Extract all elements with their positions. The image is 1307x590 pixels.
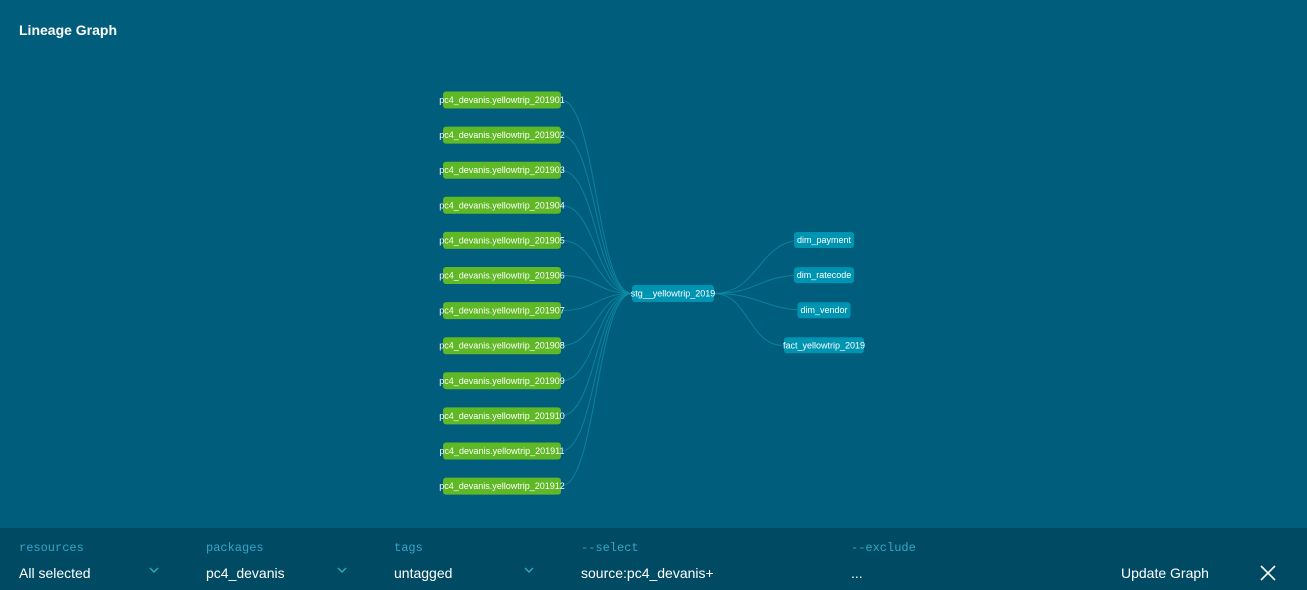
graph-nodes: pc4_devanis.yellowtrip_201901 pc4_devanis…: [439, 91, 865, 495]
edge-source-to-staging: [560, 293, 633, 487]
exclude-label: --exclude: [851, 541, 916, 555]
source-node-label: pc4_devanis.yellowtrip_201904: [439, 200, 565, 210]
resources-label: resources: [19, 541, 84, 555]
packages-value[interactable]: pc4_devanis: [206, 565, 285, 581]
edge-source-to-staging: [560, 293, 633, 382]
source-node[interactable]: pc4_devanis.yellowtrip_201911: [440, 442, 565, 460]
edge-source-to-staging: [560, 293, 633, 417]
source-node-label: pc4_devanis.yellowtrip_201905: [439, 235, 565, 245]
packages-label: packages: [206, 541, 264, 555]
exclude-input[interactable]: ...: [851, 565, 863, 581]
chevron-down-icon[interactable]: [336, 564, 348, 576]
output-model-node-label: fact_yellowtrip_2019: [783, 340, 865, 350]
staging-model-node[interactable]: stg__yellowtrip_2019: [631, 285, 716, 302]
output-model-node[interactable]: dim_vendor: [797, 302, 851, 319]
close-icon[interactable]: [1259, 564, 1277, 582]
source-node-label: pc4_devanis.yellowtrip_201906: [439, 271, 565, 281]
source-node-label: pc4_devanis.yellowtrip_201909: [439, 376, 565, 386]
source-node[interactable]: pc4_devanis.yellowtrip_201907: [439, 302, 565, 320]
edge-source-to-staging: [560, 293, 633, 452]
source-node[interactable]: pc4_devanis.yellowtrip_201903: [439, 161, 565, 179]
select-label: --select: [581, 541, 639, 555]
edge-source-to-staging: [560, 204, 633, 294]
select-input[interactable]: source:pc4_devanis+: [581, 565, 714, 581]
source-node[interactable]: pc4_devanis.yellowtrip_201909: [439, 372, 565, 390]
lineage-graph-panel: Lineage Graph pc4_devanis.yellowtrip_201…: [0, 0, 1307, 590]
source-node[interactable]: pc4_devanis.yellowtrip_201901: [439, 91, 565, 109]
tags-label: tags: [394, 541, 423, 555]
filter-bar: resources All selected packages pc4_deva…: [0, 528, 1307, 590]
output-model-node-label: dim_ratecode: [797, 270, 852, 280]
source-node-label: pc4_devanis.yellowtrip_201902: [439, 130, 565, 140]
source-node[interactable]: pc4_devanis.yellowtrip_201908: [439, 337, 565, 355]
staging-model-node-label: stg__yellowtrip_2019: [631, 289, 716, 299]
chevron-down-icon[interactable]: [523, 564, 535, 576]
chevron-down-icon[interactable]: [148, 564, 160, 576]
source-node-label: pc4_devanis.yellowtrip_201903: [439, 165, 565, 175]
source-node[interactable]: pc4_devanis.yellowtrip_201910: [439, 407, 565, 425]
packages-filter[interactable]: packages pc4_devanis: [206, 528, 356, 590]
edge-staging-to-output: [713, 293, 784, 346]
edge-staging-to-output: [713, 274, 804, 294]
output-model-node[interactable]: dim_payment: [794, 232, 854, 248]
source-node-label: pc4_devanis.yellowtrip_201912: [439, 481, 565, 491]
output-model-node[interactable]: dim_ratecode: [794, 267, 854, 284]
edge-staging-to-output: [713, 293, 811, 311]
output-model-node[interactable]: fact_yellowtrip_2019: [783, 337, 865, 354]
source-node-label: pc4_devanis.yellowtrip_201910: [439, 411, 565, 421]
update-graph-button[interactable]: Update Graph: [1121, 565, 1209, 581]
lineage-graph-canvas[interactable]: pc4_devanis.yellowtrip_201901 pc4_devanis…: [0, 0, 1307, 528]
source-node-label: pc4_devanis.yellowtrip_201911: [440, 446, 565, 456]
source-node[interactable]: pc4_devanis.yellowtrip_201905: [439, 231, 565, 249]
source-node-label: pc4_devanis.yellowtrip_201907: [439, 306, 565, 316]
source-node-label: pc4_devanis.yellowtrip_201908: [439, 341, 565, 351]
source-node[interactable]: pc4_devanis.yellowtrip_201904: [439, 196, 565, 214]
source-node[interactable]: pc4_devanis.yellowtrip_201912: [439, 477, 565, 495]
tags-value[interactable]: untagged: [394, 565, 452, 581]
edge-source-to-staging: [560, 134, 633, 294]
resources-filter[interactable]: resources All selected: [19, 528, 169, 590]
edge-source-to-staging: [560, 99, 633, 294]
resources-value[interactable]: All selected: [19, 565, 91, 581]
select-filter[interactable]: --select source:pc4_devanis+: [581, 528, 821, 590]
source-node-label: pc4_devanis.yellowtrip_201901: [439, 95, 565, 105]
tags-filter[interactable]: tags untagged: [394, 528, 544, 590]
edge-source-to-staging: [560, 169, 633, 294]
source-node[interactable]: pc4_devanis.yellowtrip_201902: [439, 126, 565, 144]
output-model-node-label: dim_vendor: [800, 305, 847, 315]
source-node[interactable]: pc4_devanis.yellowtrip_201906: [439, 267, 565, 284]
edge-staging-to-output: [713, 239, 804, 294]
output-model-node-label: dim_payment: [797, 235, 852, 245]
exclude-filter[interactable]: --exclude ...: [851, 528, 1091, 590]
